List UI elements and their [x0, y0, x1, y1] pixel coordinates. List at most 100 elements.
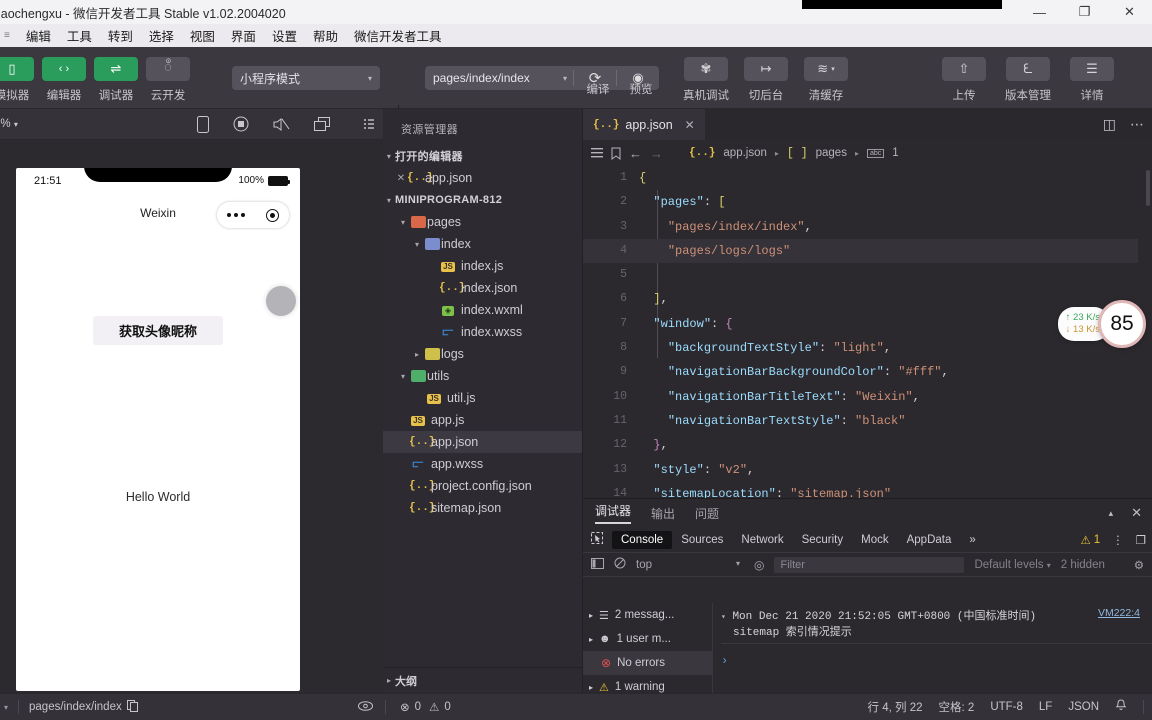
console-log-area[interactable]: ▾ Mon Dec 21 2020 21:52:05 GMT+0800 (中国标… — [713, 603, 1152, 694]
toolbar-cloud-button[interactable]: ᭳ 云开发 — [142, 47, 194, 103]
maximize-button[interactable]: ❐ — [1062, 0, 1107, 24]
chevron-down-icon[interactable]: ▾ — [411, 240, 423, 249]
panel-layout-icon[interactable] — [363, 117, 375, 131]
tree-item-index-js[interactable]: JS index.js — [383, 255, 582, 277]
menu-item-edit[interactable]: 编辑 — [18, 24, 59, 47]
clear-cache-button[interactable]: ≋ ▾ 清缓存 — [796, 47, 856, 103]
floating-ball[interactable] — [266, 286, 296, 316]
zoom-select[interactable]: 5% ▾ — [0, 118, 18, 130]
remote-debug-button[interactable]: ✾ 真机调试 — [676, 47, 736, 103]
devtools-tab-appdata[interactable]: AppData — [898, 531, 961, 549]
error-count[interactable]: ⊗ 0 — [400, 700, 421, 714]
tree-item-app-wxss[interactable]: ⫍ app.wxss — [383, 453, 582, 475]
sidebar-toggle-icon[interactable] — [591, 557, 604, 572]
window-icon[interactable] — [314, 116, 331, 132]
outline-section[interactable]: ▸ 大纲 — [383, 667, 583, 693]
tree-item-app-json[interactable]: {..} app.json — [383, 431, 582, 453]
line-ending[interactable]: LF — [1039, 701, 1052, 713]
minimize-button[interactable]: — — [1017, 0, 1062, 24]
breadcrumb-index[interactable]: 1 — [892, 147, 898, 159]
toolbar-simulator-button[interactable]: ▯ 模拟器 — [0, 47, 38, 103]
toolbar-debugger-button[interactable]: ⇌ 调试器 — [90, 47, 142, 103]
close-icon[interactable]: ✕ — [1131, 505, 1142, 521]
details-button[interactable]: ☰ 详情 — [1060, 47, 1124, 103]
open-editor-app-json[interactable]: ✕ {..} app.json — [383, 167, 582, 189]
page-select[interactable]: pages/index/index ▾ — [425, 66, 573, 90]
chevron-right-icon[interactable]: ▸ — [411, 350, 423, 359]
close-icon[interactable]: ✕ — [685, 118, 695, 132]
devtools-tab-network[interactable]: Network — [732, 531, 792, 549]
console-log-source[interactable]: VM222:4 — [1098, 607, 1140, 619]
toolbar-editor-button[interactable]: ‹ › 编辑器 — [38, 47, 90, 103]
bookmark-icon[interactable] — [611, 147, 621, 160]
tree-item-app-js[interactable]: JS app.js — [383, 409, 582, 431]
close-icon[interactable]: ✕ — [395, 173, 407, 184]
devtools-tab-console[interactable]: Console — [612, 530, 673, 549]
tab-output[interactable]: 输出 — [651, 505, 675, 522]
context-select[interactable]: top ▾ — [636, 559, 744, 571]
split-editor-icon[interactable]: ◫ — [1103, 116, 1116, 133]
copy-icon[interactable] — [126, 699, 138, 715]
tree-item-pages[interactable]: ▾ pages — [383, 211, 582, 233]
warning-count[interactable]: ⚠ 1 — [1080, 533, 1100, 547]
chevron-down-icon[interactable]: ▾ — [397, 372, 409, 381]
menu-item-tools[interactable]: 工具 — [59, 24, 100, 47]
tree-item-index-wxml[interactable]: ◈ index.wxml — [383, 299, 582, 321]
more-actions-icon[interactable]: ⋯ — [1130, 116, 1144, 133]
console-sidebar-user-messages[interactable]: ▸ ☻ 1 user m... — [583, 627, 712, 651]
menu-item-help[interactable]: 帮助 — [305, 24, 346, 47]
console-sidebar-errors[interactable]: ⊗ No errors — [583, 651, 712, 675]
capsule-button[interactable] — [216, 201, 290, 229]
tree-item-index[interactable]: ▾ index — [383, 233, 582, 255]
chevron-right-icon[interactable]: ▸ — [589, 611, 593, 620]
outline-menu-icon[interactable] — [591, 147, 603, 159]
project-section[interactable]: ▾ MINIPROGRAM-812 — [383, 189, 582, 211]
console-sidebar-messages[interactable]: ▸ ☰ 2 messag... — [583, 603, 712, 627]
menu-item-view[interactable]: 视图 — [182, 24, 223, 47]
console-settings-icon[interactable]: ⚙ — [1134, 558, 1144, 572]
open-editors-section[interactable]: ▾ 打开的编辑器 — [383, 145, 582, 167]
devtools-tab-sources[interactable]: Sources — [672, 531, 732, 549]
get-avatar-nickname-button[interactable]: 获取头像昵称 — [16, 316, 300, 345]
tab-debugger[interactable]: 调试器 — [595, 502, 632, 524]
tab-problems[interactable]: 问题 — [695, 505, 719, 522]
inspect-element-icon[interactable] — [583, 529, 612, 550]
editor-tab-app-json[interactable]: {..} app.json ✕ — [583, 109, 705, 140]
eye-icon[interactable] — [358, 700, 373, 714]
dock-icon[interactable]: ❐ — [1136, 533, 1146, 547]
collapse-icon[interactable]: ▴ — [1109, 508, 1114, 519]
devtools-tab-overflow[interactable]: » — [960, 531, 984, 549]
language-mode[interactable]: JSON — [1068, 701, 1099, 713]
indentation[interactable]: 空格: 2 — [939, 699, 975, 715]
chevron-right-icon[interactable]: ▸ — [589, 635, 593, 644]
record-icon[interactable] — [233, 116, 249, 132]
menu-item-settings[interactable]: 设置 — [264, 24, 305, 47]
chevron-down-icon[interactable]: ▾ — [397, 218, 409, 227]
back-icon[interactable]: ← — [629, 146, 642, 161]
chevron-right-icon[interactable]: ▸ — [589, 683, 593, 692]
tree-item-utils[interactable]: ▾ utils — [383, 365, 582, 387]
menu-item-ui[interactable]: 界面 — [223, 24, 264, 47]
devtools-tab-security[interactable]: Security — [793, 531, 853, 549]
kebab-menu-icon[interactable]: ⋮ — [1112, 533, 1124, 547]
device-phone-icon[interactable] — [197, 115, 209, 133]
background-button[interactable]: ↦ 切后台 — [736, 47, 796, 103]
chevron-down-icon[interactable]: ▾ — [4, 703, 8, 712]
tree-item-sitemap-json[interactable]: {..} sitemap.json — [383, 497, 582, 519]
warning-count[interactable]: ⚠ 0 — [429, 700, 451, 714]
clear-console-icon[interactable] — [614, 557, 626, 572]
tree-item-index-json[interactable]: {..} index.json — [383, 277, 582, 299]
menu-item-goto[interactable]: 转到 — [100, 24, 141, 47]
encoding[interactable]: UTF-8 — [990, 701, 1023, 713]
network-speed-widget[interactable]: ↑ 23 K/s ↓ 13 K/s 85 — [1057, 300, 1146, 348]
console-filter-input[interactable]: Filter — [774, 556, 965, 573]
minimap-slider[interactable] — [1146, 170, 1150, 206]
tree-item-logs[interactable]: ▸ logs — [383, 343, 582, 365]
close-circle-icon[interactable] — [265, 208, 279, 222]
more-icon[interactable] — [227, 213, 246, 217]
tree-item-util-js[interactable]: JS util.js — [383, 387, 582, 409]
close-button[interactable]: ✕ — [1107, 0, 1152, 24]
version-button[interactable]: ᘍ 版本管理 — [996, 47, 1060, 103]
notification-bell-icon[interactable] — [1115, 699, 1127, 715]
breadcrumb-file[interactable]: app.json — [723, 147, 766, 159]
